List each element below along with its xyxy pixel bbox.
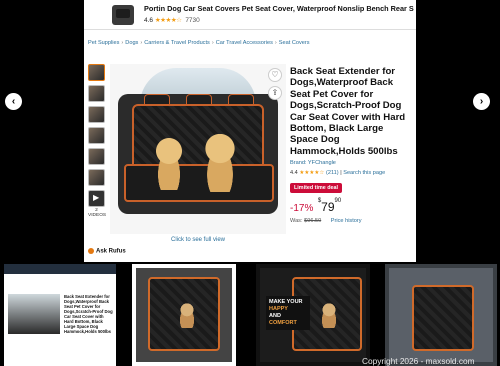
star-rating-icons[interactable]: ★★★★☆ (299, 170, 324, 176)
gallery-thumbnail-1[interactable]: Back Seat Extender for Dogs,Waterproof B… (4, 264, 116, 366)
image-thumbnail[interactable] (88, 106, 105, 123)
listing-viewer: ‹ › Portin Dog Car Seat Covers Pet Seat … (0, 0, 500, 366)
main-product-image[interactable]: ♡ ⇪ (110, 64, 286, 234)
video-thumbnail[interactable] (88, 190, 105, 207)
breadcrumb-separator: › (274, 40, 277, 46)
promo-line-3: AND (269, 313, 281, 319)
promo-line-4: COMFORT (269, 320, 297, 326)
chevron-left-icon: ‹ (11, 96, 16, 107)
seat-cover-photo (136, 268, 232, 362)
breadcrumb-carriers-travel[interactable]: Carriers & Travel Products (144, 40, 210, 46)
previous-image-button[interactable]: ‹ (5, 93, 22, 110)
breadcrumb-pet-supplies[interactable]: Pet Supplies (88, 40, 119, 46)
discount-percent: -17% (290, 203, 314, 215)
rating-row: 4.4 ★★★★☆ (211) | Search this page (290, 170, 412, 176)
was-label: Was: (290, 218, 303, 225)
image-thumbnail-list: 2 VIDEOS (88, 64, 107, 218)
seat-cover (411, 284, 475, 351)
promo-line-2: HAPPY (269, 306, 288, 312)
product-page-screenshot: Portin Dog Car Seat Covers Pet Seat Cove… (84, 0, 416, 262)
sticky-product-header: Portin Dog Car Seat Covers Pet Seat Cove… (84, 0, 416, 30)
separator: | (340, 170, 342, 177)
header-rating-value: 4.6 (144, 17, 154, 24)
full-view-link[interactable]: Click to see full view (110, 237, 286, 243)
seat-extender-platform (124, 164, 274, 202)
search-page-link[interactable]: Search this page (343, 170, 385, 176)
gallery-thumbnail-4[interactable] (385, 264, 497, 366)
limited-time-deal-badge: Limited time deal (290, 183, 343, 194)
promo-text-box: MAKE YOUR HAPPY AND COMFORT (266, 296, 310, 330)
image-thumbnail[interactable] (88, 127, 105, 144)
rufus-icon (88, 248, 94, 254)
was-price-row: Was: $96.50 Price history (290, 218, 412, 224)
beagle-on-cover (318, 302, 340, 328)
car-side-photo (389, 268, 493, 362)
golden-retriever-right (200, 134, 240, 192)
golden-retriever-left (152, 138, 186, 190)
image-thumbnail[interactable] (88, 85, 105, 102)
chevron-right-icon: › (479, 96, 484, 107)
brand-link[interactable]: Brand: YFChangle (290, 160, 412, 166)
ask-rufus-button[interactable]: Ask Rufus (88, 248, 126, 255)
mini-product-image (8, 294, 60, 334)
image-thumbnail[interactable] (88, 169, 105, 186)
gallery-thumbnail-3[interactable]: MAKE YOUR HAPPY AND COMFORT (256, 264, 370, 366)
header-review-count: 7730 (185, 17, 200, 24)
price-row: -17% $7990 (290, 198, 412, 216)
product-details: Back Seat Extender for Dogs,Waterproof B… (290, 66, 412, 224)
price-history-link[interactable]: Price history (331, 218, 362, 224)
header-product-thumbnail (112, 5, 134, 25)
header-star-icons: ★★★★☆ (154, 17, 182, 24)
breadcrumb-car-travel-accessories[interactable]: Car Travel Accessories (216, 40, 273, 46)
share-icon[interactable]: ⇪ (268, 86, 282, 100)
breadcrumb: Pet Supplies › Dogs › Carriers & Travel Prod… (88, 40, 408, 46)
breadcrumb-separator: › (121, 40, 124, 46)
price-whole: 79 (321, 200, 335, 215)
price-fraction: 90 (334, 198, 342, 205)
video-count-label: 2 VIDEOS (88, 208, 107, 218)
heart-icon[interactable]: ♡ (268, 68, 282, 82)
next-image-button[interactable]: › (473, 93, 490, 110)
image-thumbnail[interactable] (88, 64, 105, 81)
review-count-link[interactable]: (211) (326, 170, 339, 176)
rating-value: 4.4 (290, 170, 298, 177)
image-thumbnail[interactable] (88, 148, 105, 165)
was-price: $96.50 (304, 218, 322, 225)
breadcrumb-dogs[interactable]: Dogs (125, 40, 138, 46)
gallery-thumbnail-2[interactable] (132, 264, 236, 366)
header-product-title[interactable]: Portin Dog Car Seat Covers Pet Seat Cove… (144, 4, 414, 13)
dog-on-cover (176, 302, 198, 328)
ask-rufus-label: Ask Rufus (96, 248, 126, 255)
breadcrumb-separator: › (211, 40, 214, 46)
product-title: Back Seat Extender for Dogs,Waterproof B… (290, 66, 406, 157)
mini-product-title: Back Seat Extender for Dogs,Waterproof B… (64, 294, 113, 334)
mini-page-header (4, 264, 116, 274)
breadcrumb-separator: › (140, 40, 143, 46)
breadcrumb-seat-covers[interactable]: Seat Covers (279, 40, 310, 46)
header-rating[interactable]: 4.6 ★★★★☆ 7730 (144, 16, 200, 24)
seat-cover-photo: MAKE YOUR HAPPY AND COMFORT (260, 268, 366, 362)
watermark-copyright: Copyright 2026 - maxsold.com (362, 356, 475, 366)
promo-line-1: MAKE YOUR (269, 299, 303, 305)
